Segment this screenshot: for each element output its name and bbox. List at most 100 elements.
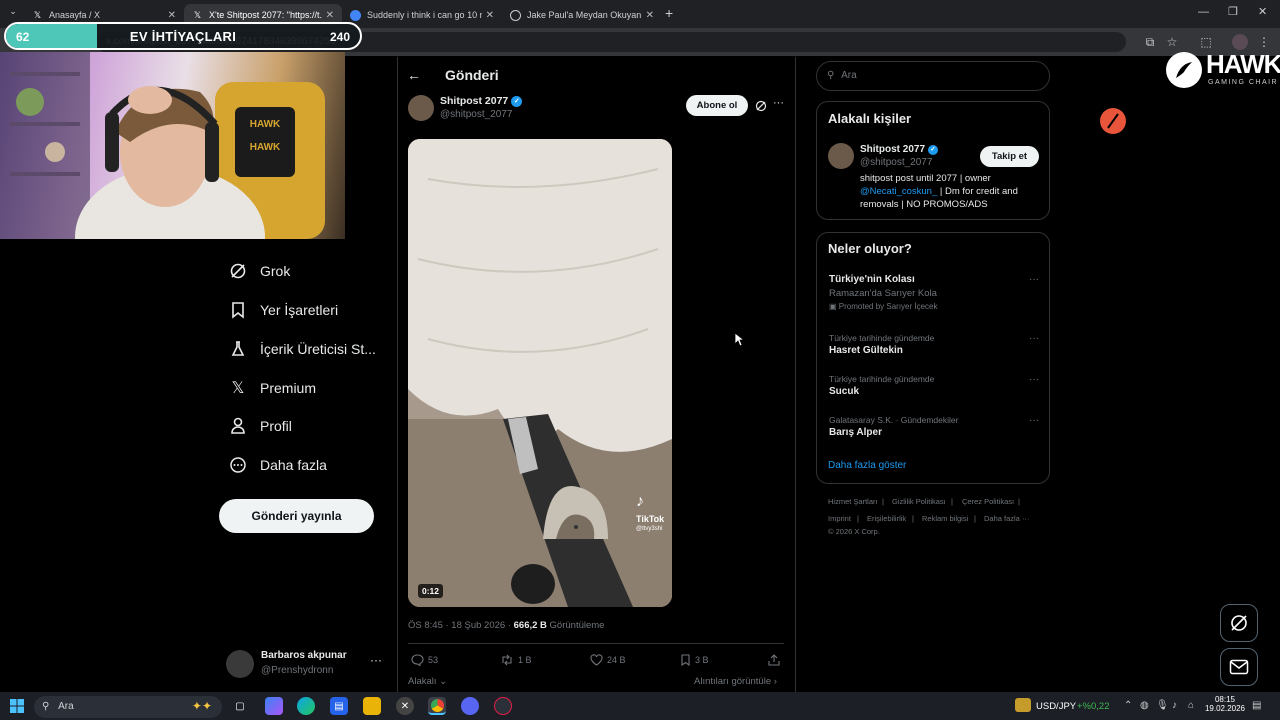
nav-item-grok[interactable]: Grok [228, 256, 290, 286]
page-icon [510, 9, 521, 21]
ticker-symbol[interactable]: USD/JPY [1036, 701, 1076, 712]
trend-item[interactable]: Galatasaray S.K. · Gündemdekiler Barış A… [829, 415, 1039, 438]
restore-button[interactable]: ❐ [1228, 5, 1238, 18]
grok-icon [1231, 615, 1247, 631]
profile-avatar-icon[interactable] [1232, 34, 1248, 50]
cast-icon[interactable]: ⧉ [1142, 34, 1158, 50]
author-name-row[interactable]: Shitpost 2077 ✓ [440, 95, 523, 107]
grok-floating-button[interactable] [1220, 604, 1258, 642]
close-icon[interactable]: ✕ [326, 10, 334, 21]
network-icon[interactable]: ⌂ [1188, 700, 1194, 711]
star-icon[interactable]: ☆ [1164, 34, 1180, 50]
footer-separator: | [882, 497, 884, 506]
avatar[interactable] [828, 143, 854, 169]
creator-studio-icon [228, 339, 248, 359]
chrome-icon[interactable] [428, 697, 446, 715]
more-dots-icon[interactable]: ··· [370, 653, 382, 667]
close-icon[interactable]: ✕ [486, 10, 494, 21]
footer-link-more[interactable]: Daha fazla ··· [984, 514, 1029, 523]
tab-search-chevron-icon[interactable]: ⌄ [6, 6, 20, 20]
tab-4[interactable]: Jake Paul'a Meydan Okuyan Ga ✕ [502, 4, 662, 26]
goal-title: EV İHTİYAÇLARI [129, 29, 237, 44]
show-more-link[interactable]: Daha fazla göster [828, 460, 906, 471]
nav-item-more[interactable]: Daha fazla [228, 450, 327, 480]
close-icon[interactable]: ✕ [646, 10, 654, 21]
footer-link-ads[interactable]: Reklam bilgisi [922, 514, 968, 523]
brand-name: HAWK [1206, 49, 1280, 79]
messages-floating-button[interactable] [1220, 648, 1258, 686]
store-icon[interactable]: ▤ [330, 697, 348, 715]
more-dots-icon[interactable]: ··· [1029, 374, 1039, 385]
footer-link-privacy[interactable]: Gizlilik Politikası [892, 497, 946, 506]
footer-link-accessibility[interactable]: Erişilebilirlik [867, 514, 906, 523]
extensions-icon[interactable]: ⬚ [1198, 34, 1214, 50]
close-icon[interactable]: ✕ [168, 10, 176, 21]
grok-icon[interactable] [755, 99, 767, 117]
reply-button[interactable]: 53 [411, 654, 438, 666]
footer-link-terms[interactable]: Hizmet Şartları [828, 497, 878, 506]
xbox-icon[interactable]: ✕ [396, 697, 414, 715]
back-arrow-icon[interactable]: ← [407, 67, 421, 83]
nav-item-bookmarks[interactable]: Yer İşaretleri [228, 295, 338, 325]
new-tab-button[interactable]: + [665, 5, 673, 21]
bookmark-button[interactable]: 3 B [680, 654, 709, 666]
bio-mention-link[interactable]: @Necati_coskun_ [860, 186, 937, 197]
share-button[interactable] [768, 654, 784, 666]
start-button[interactable] [8, 697, 26, 715]
nav-item-premium[interactable]: 𝕏 Premium [228, 373, 316, 403]
copilot-icon[interactable] [265, 697, 283, 715]
tab-title: Suddenly i think i can go 10 ro [367, 10, 482, 20]
post-video[interactable]: ♪ TikTok @ttvy3shi 0:12 [408, 139, 672, 607]
tab-3[interactable]: Suddenly i think i can go 10 ro ✕ [342, 4, 502, 26]
minimize-button[interactable]: — [1198, 6, 1209, 18]
trend-item[interactable]: Türkiye tarihinde gündemde Hasret Gültek… [829, 333, 1039, 356]
post-button[interactable]: Gönderi yayınla [219, 499, 374, 533]
footer-link-cookies[interactable]: Çerez Politikası [962, 497, 1014, 506]
more-dots-icon[interactable]: ··· [773, 97, 784, 109]
close-window-button[interactable]: ✕ [1258, 5, 1267, 18]
task-view-icon[interactable]: ▢ [231, 697, 249, 715]
subscribe-button[interactable]: Abone ol [686, 95, 748, 116]
speaker-icon[interactable]: ♪ [1172, 700, 1177, 711]
nav-label: Grok [260, 263, 291, 279]
heart-icon [590, 654, 603, 666]
browser-menu-icon[interactable]: ⋮ [1256, 34, 1272, 50]
relevant-people-card: Alakalı kişiler Shitpost 2077 ✓ @shitpos… [816, 101, 1050, 220]
nav-item-profile[interactable]: Profil [228, 411, 292, 441]
author-avatar[interactable] [408, 95, 434, 121]
file-explorer-icon[interactable] [363, 697, 381, 715]
like-button[interactable]: 24 B [590, 654, 626, 666]
trend-name: Barış Alper [829, 427, 882, 438]
nav-item-creator-studio[interactable]: İçerik Üreticisi St... [228, 334, 376, 364]
more-dots-icon[interactable]: ··· [1029, 333, 1039, 344]
edge-icon[interactable] [297, 697, 315, 715]
svg-text:HAWK: HAWK [250, 119, 281, 130]
chevron-up-icon[interactable]: ⌃ [1124, 700, 1132, 711]
clock-time: 08:15 [1214, 695, 1236, 704]
account-switcher[interactable]: Barbaros akpunar @Prenshydronn ··· [226, 648, 386, 684]
notification-icon[interactable]: ▤ [1252, 700, 1261, 711]
share-icon [768, 654, 780, 666]
person-name-row[interactable]: Shitpost 2077 ✓ [860, 144, 939, 155]
obs-icon[interactable] [494, 697, 512, 715]
tray-icon[interactable]: ◍ [1140, 700, 1149, 711]
view-quotes-link[interactable]: Alıntıları görüntüle › [694, 676, 777, 687]
more-dots-icon[interactable]: ··· [1029, 415, 1039, 426]
footer-link-imprint[interactable]: Imprint [828, 514, 851, 523]
trend-item[interactable]: Türkiye tarihinde gündemde Sucuk ··· [829, 374, 1039, 397]
microphone-icon[interactable]: 🎙 [1156, 700, 1169, 711]
reply-count: 53 [428, 655, 439, 665]
trend-item-promoted[interactable]: Türkiye'nin Kolası Ramazan'da Sarıyer Ko… [829, 274, 1039, 311]
search-icon: ⚲ [42, 701, 50, 712]
taskbar-search[interactable]: ⚲ Ara ✦✦ [34, 696, 222, 718]
avatar [226, 650, 254, 678]
more-dots-icon[interactable]: ··· [1029, 274, 1039, 285]
search-input[interactable]: ⚲ Ara [816, 61, 1050, 91]
discord-icon[interactable] [461, 697, 479, 715]
clock[interactable]: 08:15 19.02.2026 [1203, 695, 1247, 713]
search-placeholder: Ara [841, 70, 857, 81]
repost-button[interactable]: 1 B [500, 654, 532, 666]
follow-button[interactable]: Takip et [980, 146, 1039, 167]
relevant-sort-dropdown[interactable]: Alakalı ⌄ [408, 676, 447, 687]
view-quotes-label: Alıntıları görüntüle [694, 676, 772, 687]
